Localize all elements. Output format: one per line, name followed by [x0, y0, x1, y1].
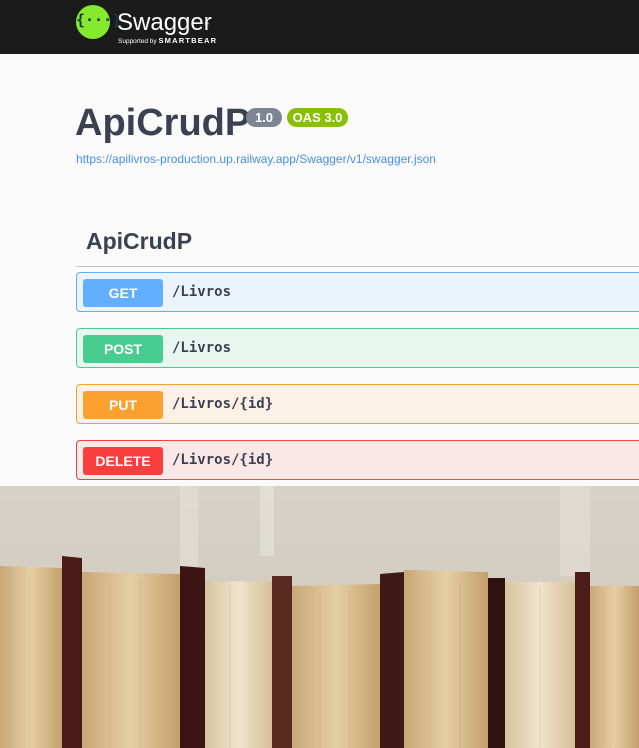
operation-get-livros[interactable]: GET /Livros: [76, 272, 639, 312]
api-title: ApiCrudP: [75, 102, 251, 144]
smartbear-text: SMARTBEAR: [158, 36, 218, 45]
swagger-logo-glyph: {···}: [76, 11, 122, 29]
operation-path: /Livros: [172, 340, 232, 356]
method-badge-delete: DELETE: [83, 447, 163, 475]
operation-path: /Livros: [172, 284, 232, 300]
operation-delete-livros-id[interactable]: DELETE /Livros/{id}: [76, 440, 639, 480]
top-bar: {···} Swagger ™ Supported by SMARTBEAR: [0, 0, 639, 54]
version-badge: 1.0: [246, 108, 282, 127]
books-photo: [0, 486, 639, 748]
operation-post-livros[interactable]: POST /Livros: [76, 328, 639, 368]
method-badge-get: GET: [83, 279, 163, 307]
supported-by-text: Supported by: [118, 38, 157, 45]
tag-divider: [76, 266, 639, 267]
brand-tagline: Supported by SMARTBEAR: [118, 36, 217, 45]
method-badge-put: PUT: [83, 391, 163, 419]
method-badge-post: POST: [83, 335, 163, 363]
spec-url-link[interactable]: https://apilivros-production.up.railway.…: [76, 152, 436, 166]
brand-trademark: ™: [204, 22, 209, 28]
tag-section-title[interactable]: ApiCrudP: [86, 228, 192, 255]
operation-path: /Livros/{id}: [172, 452, 274, 468]
operation-path: /Livros/{id}: [172, 396, 274, 412]
swagger-logo[interactable]: {···} Swagger ™ Supported by SMARTBEAR: [76, 5, 296, 47]
oas-badge: OAS 3.0: [287, 108, 348, 127]
swagger-logo-icon: {···}: [76, 5, 122, 39]
operation-put-livros-id[interactable]: PUT /Livros/{id}: [76, 384, 639, 424]
brand-name: Swagger: [117, 9, 212, 36]
